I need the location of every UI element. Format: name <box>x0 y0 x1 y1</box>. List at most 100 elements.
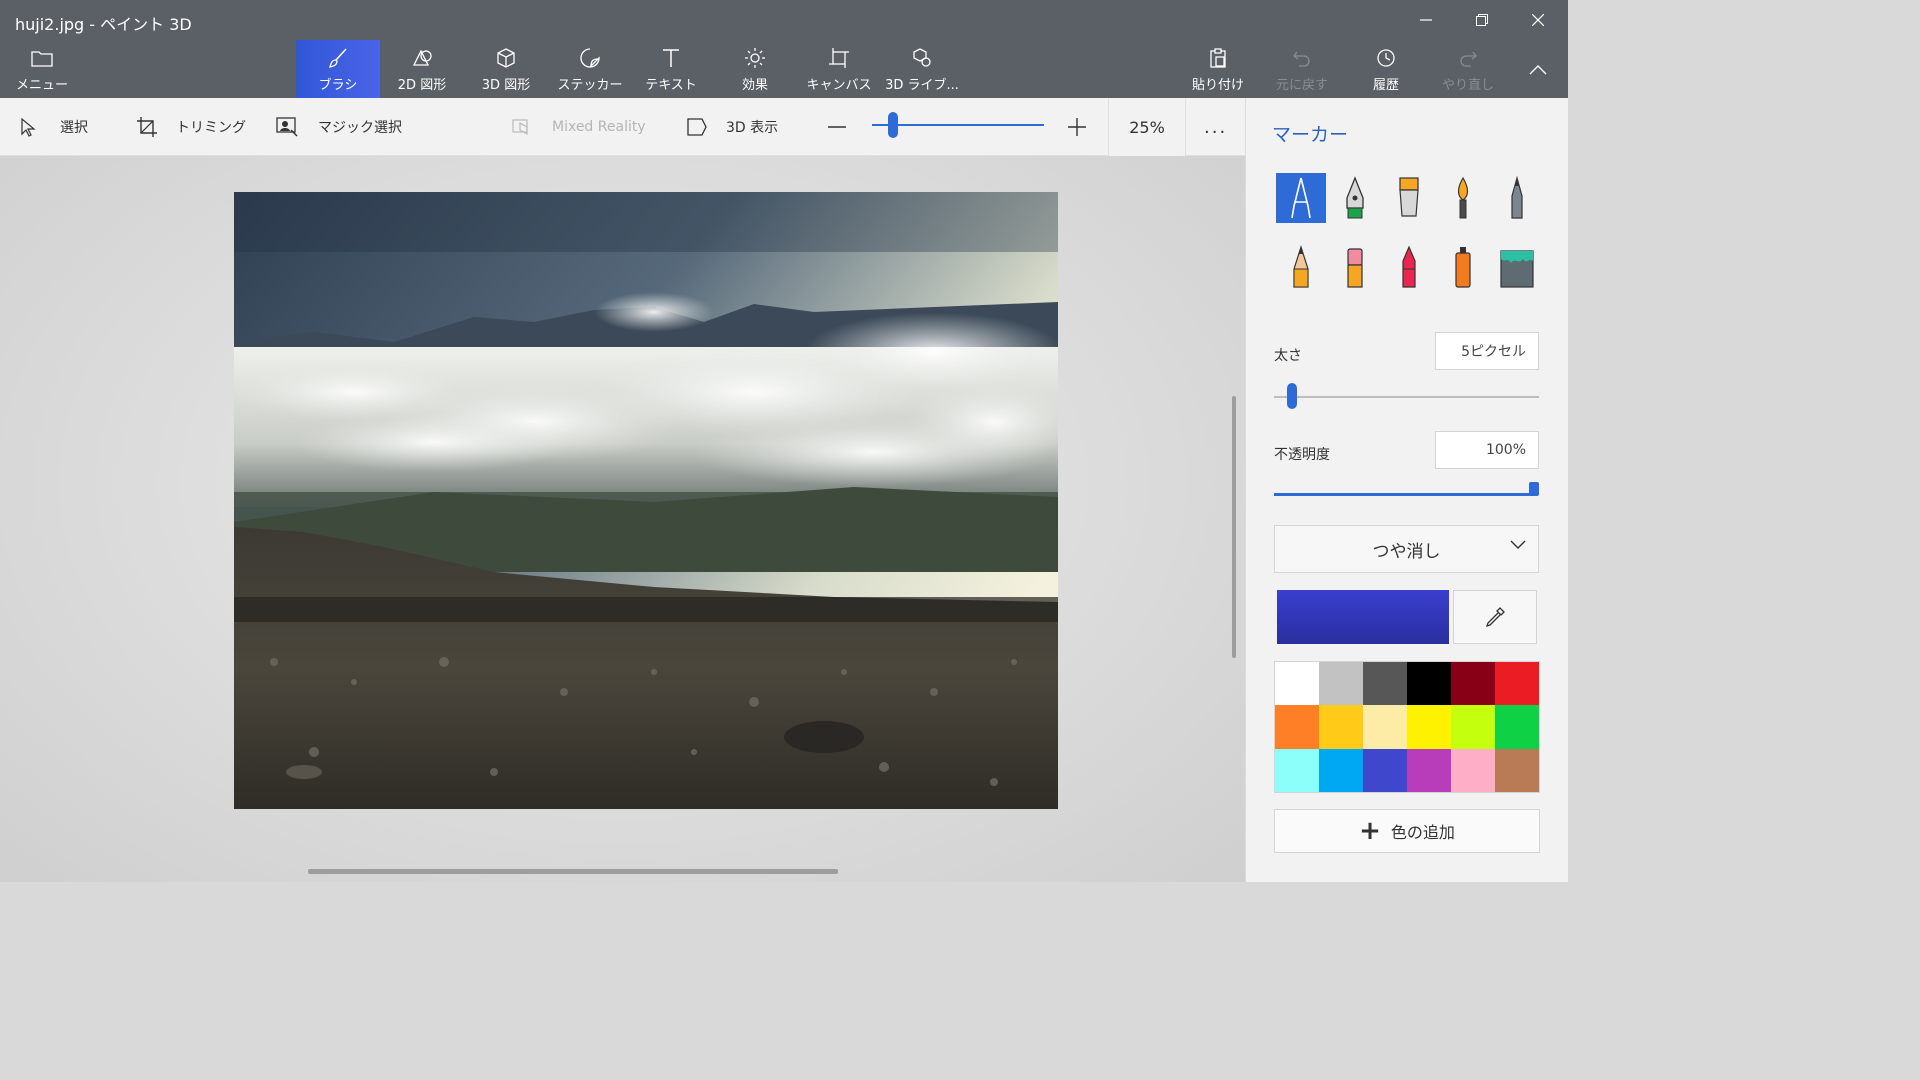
palette-swatch[interactable] <box>1495 662 1539 706</box>
folder-icon <box>31 51 53 67</box>
history-button[interactable]: 履歴 <box>1348 40 1424 98</box>
crayon-icon <box>1402 245 1416 288</box>
palette-swatch[interactable] <box>1275 748 1319 792</box>
tab-brushes[interactable]: ブラシ <box>296 40 380 98</box>
thickness-input[interactable]: 5ピクセル <box>1435 332 1539 370</box>
tab-text[interactable]: テキスト <box>632 40 710 98</box>
tab-2d-shapes-label: 2D 図形 <box>397 78 447 93</box>
tab-3d-shapes[interactable]: 3D 図形 <box>464 40 548 98</box>
thickness-slider-track[interactable] <box>1274 396 1539 398</box>
add-color-label: 色の追加 <box>1390 823 1455 842</box>
undo-icon <box>1293 51 1310 67</box>
tab-canvas[interactable]: キャンバス <box>798 40 880 98</box>
undo-button[interactable]: 元に戻す <box>1264 40 1340 98</box>
crop-tool[interactable]: トリミング <box>136 98 246 156</box>
tab-stickers-label: ステッカー <box>557 78 623 93</box>
palette-swatch[interactable] <box>1275 705 1319 749</box>
brush-panel: マーカー 太さ 5ピクセル 不透明度 100% つや消し + 色の追加 <box>1245 98 1568 882</box>
palette-swatch[interactable] <box>1407 705 1451 749</box>
eraser-button[interactable] <box>1330 242 1380 292</box>
palette-swatch[interactable] <box>1495 705 1539 749</box>
mixed-reality-button[interactable]: Mixed Reality <box>512 98 646 156</box>
plus-icon: + <box>1359 816 1381 846</box>
3d-view-icon <box>687 118 707 136</box>
close-button[interactable] <box>1518 6 1558 34</box>
tab-effects[interactable]: 効果 <box>714 40 796 98</box>
zoom-percentage[interactable]: 25% <box>1108 98 1186 156</box>
pencil-icon <box>1293 245 1309 288</box>
paste-label: 貼り付け <box>1191 78 1244 93</box>
canvas-image[interactable] <box>234 192 1058 809</box>
zoom-out-button[interactable] <box>826 98 848 156</box>
tab-text-label: テキスト <box>645 78 697 93</box>
palette-swatch[interactable] <box>1319 662 1363 706</box>
palette-swatch[interactable] <box>1407 748 1451 792</box>
zoom-slider[interactable] <box>872 98 1044 156</box>
palette-swatch[interactable] <box>1451 662 1495 706</box>
close-icon <box>1532 14 1544 26</box>
pencil-button[interactable] <box>1276 242 1326 292</box>
spray-can-button[interactable] <box>1438 242 1488 292</box>
calligraphy-pen-button[interactable] <box>1330 173 1380 223</box>
minimize-icon <box>1420 19 1432 21</box>
fill-bucket-icon <box>1500 250 1534 288</box>
spray-can-icon <box>1455 247 1471 288</box>
palette-swatch[interactable] <box>1319 705 1363 749</box>
palette-swatch[interactable] <box>1451 705 1495 749</box>
palette-swatch[interactable] <box>1451 748 1495 792</box>
collapse-ribbon-button[interactable] <box>1518 56 1558 84</box>
add-color-button[interactable]: + 色の追加 <box>1274 809 1540 853</box>
fill-bucket-button[interactable] <box>1492 242 1542 292</box>
palette-swatch[interactable] <box>1363 748 1407 792</box>
minimize-button[interactable] <box>1406 6 1446 34</box>
tab-2d-shapes[interactable]: 2D 図形 <box>380 40 464 98</box>
palette-swatch[interactable] <box>1495 748 1539 792</box>
canvas-workspace[interactable] <box>0 156 1245 882</box>
more-options-button[interactable]: ... <box>1204 98 1227 156</box>
marker-brush-button[interactable] <box>1276 173 1326 223</box>
3d-view-button[interactable]: 3D 表示 <box>686 98 778 156</box>
palette-swatch[interactable] <box>1407 662 1451 706</box>
opacity-slider-thumb[interactable] <box>1529 482 1539 496</box>
opacity-slider-track[interactable] <box>1274 493 1536 496</box>
palette-swatch[interactable] <box>1319 748 1363 792</box>
restore-button[interactable] <box>1462 6 1502 34</box>
tab-stickers[interactable]: ステッカー <box>548 40 632 98</box>
palette-swatch[interactable] <box>1363 662 1407 706</box>
eyedropper-button[interactable] <box>1453 590 1537 644</box>
palette-swatch[interactable] <box>1363 705 1407 749</box>
canvas-icon <box>829 48 849 68</box>
tab-brushes-label: ブラシ <box>318 78 358 93</box>
3d-view-label: 3D 表示 <box>726 120 779 136</box>
3d-shapes-icon <box>497 48 515 68</box>
color-palette <box>1274 661 1540 793</box>
pixel-pen-button[interactable] <box>1492 173 1542 223</box>
thickness-slider-thumb[interactable] <box>1286 383 1297 409</box>
opacity-input[interactable]: 100% <box>1435 431 1539 469</box>
tab-3d-shapes-label: 3D 図形 <box>481 78 531 93</box>
panel-title: マーカー <box>1272 124 1349 146</box>
magic-select-tool[interactable]: マジック選択 <box>276 98 402 156</box>
current-color-swatch[interactable] <box>1277 590 1449 644</box>
oil-brush-button[interactable] <box>1384 173 1434 223</box>
horizontal-scrollbar[interactable] <box>308 869 838 874</box>
finish-dropdown[interactable]: つや消し <box>1274 525 1539 573</box>
select-tool[interactable]: 選択 <box>20 98 88 156</box>
menu-label: メニュー <box>15 78 68 93</box>
pixel-pen-icon <box>1511 176 1523 219</box>
paste-button[interactable]: 貼り付け <box>1180 40 1256 98</box>
calligraphy-pen-icon <box>1346 176 1364 219</box>
mixed-reality-label: Mixed Reality <box>552 119 646 135</box>
opacity-label: 不透明度 <box>1274 447 1330 463</box>
vertical-scrollbar[interactable] <box>1232 396 1236 658</box>
redo-label: やり直し <box>1441 78 1494 93</box>
watercolor-button[interactable] <box>1438 173 1488 223</box>
palette-swatch[interactable] <box>1275 662 1319 706</box>
zoom-slider-thumb[interactable] <box>888 112 899 138</box>
crop-label: トリミング <box>176 120 246 136</box>
redo-button[interactable]: やり直し <box>1430 40 1506 98</box>
tab-3d-library[interactable]: 3D ライブ... <box>880 40 964 98</box>
menu-button[interactable]: メニュー <box>0 40 84 98</box>
zoom-in-button[interactable] <box>1066 98 1088 156</box>
crayon-button[interactable] <box>1384 242 1434 292</box>
